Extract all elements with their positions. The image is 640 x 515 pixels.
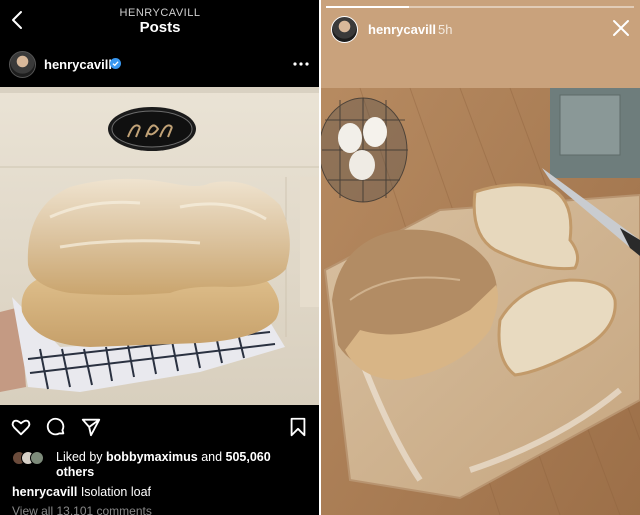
post-photo[interactable]: [0, 87, 320, 405]
liker-avatars[interactable]: [12, 451, 52, 467]
comment-icon[interactable]: [45, 416, 67, 438]
more-icon[interactable]: [292, 58, 310, 70]
avatar: [30, 451, 44, 465]
story-progress-bar: [326, 6, 634, 8]
story-username[interactable]: henrycavill: [368, 22, 436, 37]
verified-icon: [110, 58, 121, 69]
caption-text: Isolation loaf: [80, 485, 151, 499]
caption-username[interactable]: henrycavill: [12, 485, 77, 499]
share-icon[interactable]: [80, 416, 102, 438]
view-comments-link[interactable]: View all 13,101 comments: [12, 504, 152, 515]
account-subtitle: HENRYCAVILL: [119, 7, 201, 19]
avatar[interactable]: [9, 51, 36, 78]
caption: henrycavill Isolation loaf: [12, 485, 151, 499]
heart-icon[interactable]: [10, 416, 32, 438]
avatar[interactable]: [331, 16, 358, 43]
username[interactable]: henrycavill: [44, 57, 112, 72]
top-bar: HENRYCAVILL Posts: [0, 0, 320, 42]
liked-by-user[interactable]: bobbymaximus: [106, 450, 198, 464]
panel-divider: [319, 0, 321, 515]
bookmark-icon[interactable]: [287, 416, 309, 438]
instagram-post-panel: HENRYCAVILL Posts henrycavill Liked by b…: [0, 0, 320, 515]
post-actions: [0, 412, 320, 442]
page-title: Posts: [139, 19, 181, 36]
close-icon[interactable]: [612, 19, 630, 37]
story-photo[interactable]: [320, 0, 640, 515]
story-timestamp: 5h: [438, 22, 453, 37]
likes-summary[interactable]: Liked by bobbymaximus and 505,060 others: [56, 450, 314, 480]
instagram-story-panel: henrycavill 5h: [320, 0, 640, 515]
story-progress-fill: [326, 6, 410, 8]
likes-count[interactable]: 505,060: [226, 450, 271, 464]
post-header: henrycavill: [0, 48, 320, 82]
